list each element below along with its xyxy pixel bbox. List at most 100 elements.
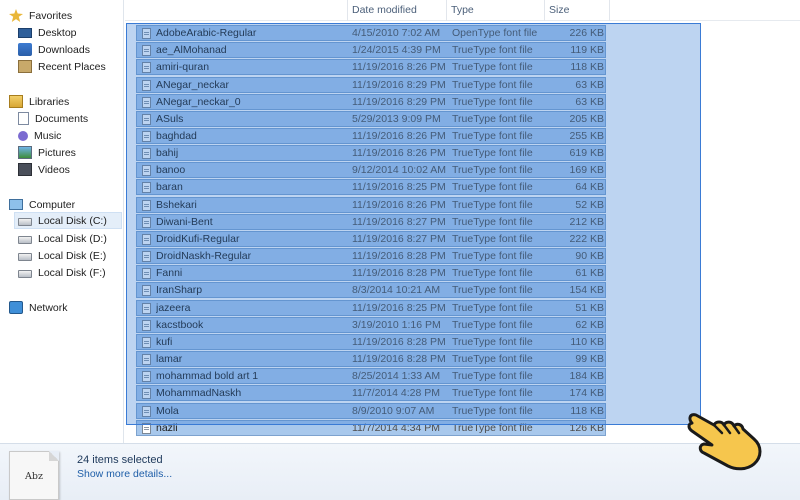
file-size: 51 KB bbox=[575, 301, 604, 314]
file-size: 61 KB bbox=[575, 267, 604, 280]
file-name: DroidKufi-Regular bbox=[156, 232, 240, 245]
column-header: Date modified Type Size bbox=[125, 0, 800, 21]
library-icon bbox=[9, 95, 23, 108]
nav-computer[interactable]: Computer bbox=[9, 196, 75, 213]
file-size: 110 KB bbox=[570, 335, 604, 348]
column-header-name[interactable] bbox=[125, 0, 348, 21]
font-file-icon bbox=[142, 45, 151, 57]
font-file-icon bbox=[142, 233, 151, 245]
file-name: amiri-quran bbox=[156, 61, 210, 74]
font-file-icon bbox=[142, 319, 151, 331]
file-name: nazli bbox=[156, 421, 178, 434]
navigation-pane[interactable]: Favorites Desktop Downloads Recent Place… bbox=[0, 0, 124, 443]
file-type: TrueType font file bbox=[452, 318, 533, 331]
details-pane: Abz 24 items selected Show more details.… bbox=[0, 443, 800, 500]
nav-item-local-disk-f[interactable]: Local Disk (F:) bbox=[18, 264, 106, 281]
file-size: 118 KB bbox=[570, 61, 604, 74]
file-row[interactable]: lamar 11/19/2016 8:28 PM TrueType font fil… bbox=[136, 351, 606, 367]
nav-item-music[interactable]: Music bbox=[18, 127, 61, 144]
file-row[interactable]: Fanni 11/19/2016 8:28 PM TrueType font fil… bbox=[136, 265, 606, 282]
file-type: TrueType font file bbox=[452, 284, 533, 297]
file-row[interactable]: amiri-quran 11/19/2016 8:26 PM TrueType fo… bbox=[136, 59, 606, 76]
file-list[interactable]: Date modified Type Size AdobeArabic-Regu… bbox=[125, 0, 800, 443]
nav-item-documents[interactable]: Documents bbox=[18, 110, 88, 127]
file-name: lamar bbox=[156, 353, 183, 365]
file-row[interactable]: nazli 11/7/2014 4:34 PM TrueType font file… bbox=[136, 419, 606, 436]
file-row[interactable]: IranSharp 8/3/2014 10:21 AM TrueType font … bbox=[136, 282, 606, 299]
file-date-modified: 8/3/2014 10:21 AM bbox=[352, 284, 441, 297]
show-more-details-link[interactable]: Show more details... bbox=[77, 468, 172, 480]
nav-item-label: Local Disk (D:) bbox=[38, 232, 107, 245]
file-date-modified: 11/19/2016 8:26 PM bbox=[352, 198, 446, 211]
file-name: ASuls bbox=[156, 112, 184, 125]
nav-item-pictures[interactable]: Pictures bbox=[18, 144, 76, 161]
file-type: TrueType font file bbox=[452, 387, 533, 400]
nav-libraries[interactable]: Libraries bbox=[9, 93, 69, 110]
file-type: TrueType font file bbox=[452, 61, 533, 74]
file-row[interactable]: mohammad bold art 1 8/25/2014 1:33 AM True… bbox=[136, 368, 606, 385]
font-file-icon bbox=[142, 422, 151, 434]
file-date-modified: 4/15/2010 7:02 AM bbox=[352, 27, 441, 39]
file-row[interactable]: kacstbook 3/19/2010 1:16 PM TrueType font … bbox=[136, 316, 606, 333]
file-name: baran bbox=[156, 181, 183, 194]
file-type: TrueType font file bbox=[452, 335, 533, 348]
font-file-icon bbox=[142, 354, 151, 365]
file-size: 169 KB bbox=[569, 164, 604, 177]
file-row[interactable]: DroidNaskh-Regular 11/19/2016 8:28 PM True… bbox=[136, 248, 606, 265]
file-row[interactable]: Bshekari 11/19/2016 8:26 PM TrueType font … bbox=[136, 196, 606, 213]
file-row[interactable]: baghdad 11/19/2016 8:26 PM TrueType font f… bbox=[136, 128, 606, 144]
file-row[interactable]: AdobeArabic-Regular 4/15/2010 7:02 AM Open… bbox=[136, 25, 606, 41]
file-date-modified: 11/19/2016 8:28 PM bbox=[352, 353, 446, 365]
computer-icon bbox=[9, 199, 23, 210]
file-type: TrueType font file bbox=[452, 44, 533, 57]
file-type: TrueType font file bbox=[452, 232, 533, 245]
file-name: IranSharp bbox=[156, 284, 203, 297]
nav-item-local-disk-d[interactable]: Local Disk (D:) bbox=[18, 230, 107, 247]
nav-item-videos[interactable]: Videos bbox=[18, 161, 70, 178]
drive-icon bbox=[18, 270, 32, 278]
file-row[interactable]: baran 11/19/2016 8:25 PM TrueType font fil… bbox=[136, 179, 606, 196]
file-row[interactable]: bahij 11/19/2016 8:26 PM TrueType font fil… bbox=[136, 145, 606, 162]
nav-network[interactable]: Network bbox=[9, 299, 68, 316]
column-header-type[interactable]: Type bbox=[447, 0, 545, 21]
nav-item-recent-places[interactable]: Recent Places bbox=[18, 58, 106, 75]
file-name: Mola bbox=[156, 404, 179, 417]
file-row[interactable]: ANegar_neckar 11/19/2016 8:29 PM TrueType … bbox=[136, 76, 606, 93]
file-row[interactable]: Diwani-Bent 11/19/2016 8:27 PM TrueType fo… bbox=[136, 213, 606, 230]
file-row[interactable]: ae_AlMohanad 1/24/2015 4:39 PM TrueType fo… bbox=[136, 42, 606, 59]
file-type: TrueType font file bbox=[452, 112, 533, 125]
file-size: 126 KB bbox=[569, 421, 604, 434]
font-file-icon bbox=[142, 113, 151, 125]
file-type: TrueType font file bbox=[452, 404, 533, 417]
file-row[interactable]: ANegar_neckar_0 11/19/2016 8:29 PM TrueTyp… bbox=[136, 93, 606, 110]
file-row[interactable]: Mola 8/9/2010 9:07 AM TrueType font file 11… bbox=[136, 402, 606, 419]
nav-item-local-disk-e[interactable]: Local Disk (E:) bbox=[18, 247, 106, 264]
file-size: 226 KB bbox=[569, 27, 604, 39]
nav-favorites[interactable]: Favorites bbox=[9, 7, 72, 24]
file-type: TrueType font file bbox=[452, 421, 533, 434]
file-name: Fanni bbox=[156, 267, 183, 280]
file-date-modified: 11/19/2016 8:26 PM bbox=[352, 147, 446, 160]
file-name: Bshekari bbox=[156, 198, 197, 211]
drive-icon bbox=[18, 218, 32, 226]
file-row[interactable]: ASuls 5/29/2013 9:09 PM TrueType font file… bbox=[136, 110, 606, 127]
nav-item-desktop[interactable]: Desktop bbox=[18, 24, 77, 41]
file-date-modified: 11/7/2014 4:34 PM bbox=[352, 421, 440, 434]
file-row[interactable]: banoo 9/12/2014 10:02 AM TrueType font fil… bbox=[136, 162, 606, 179]
file-size: 63 KB bbox=[575, 95, 604, 108]
nav-network-label: Network bbox=[29, 301, 68, 314]
file-row[interactable]: MohammadNaskh 11/7/2014 4:28 PM TrueType f… bbox=[136, 385, 606, 402]
file-size: 63 KB bbox=[575, 78, 604, 91]
desktop-icon bbox=[18, 28, 32, 38]
file-size: 174 KB bbox=[569, 387, 604, 400]
nav-item-downloads[interactable]: Downloads bbox=[18, 41, 90, 58]
file-row[interactable]: kufi 11/19/2016 8:28 PM TrueType font file… bbox=[136, 333, 606, 350]
file-type: TrueType font file bbox=[452, 78, 533, 91]
nav-item-local-disk-c[interactable]: Local Disk (C:) bbox=[14, 212, 122, 229]
file-name: baghdad bbox=[156, 130, 197, 142]
file-row[interactable]: DroidKufi-Regular 11/19/2016 8:27 PM TrueT… bbox=[136, 230, 606, 247]
file-name: ae_AlMohanad bbox=[156, 44, 227, 57]
column-header-size[interactable]: Size bbox=[545, 0, 610, 21]
file-row[interactable]: jazeera 11/19/2016 8:25 PM TrueType font f… bbox=[136, 299, 606, 316]
column-header-date-modified[interactable]: Date modified bbox=[348, 0, 447, 21]
